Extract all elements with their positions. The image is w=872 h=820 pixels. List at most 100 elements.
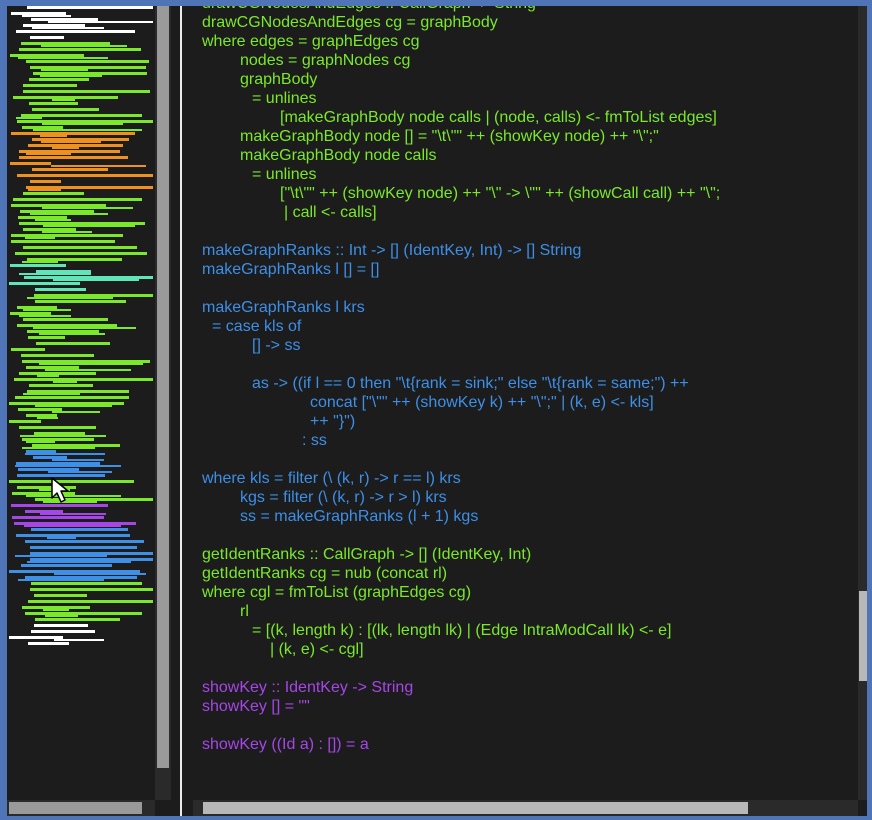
pane-divider-line <box>180 6 182 816</box>
code-horizontal-scrollbar-thumb[interactable] <box>203 802 748 814</box>
minimap-line <box>43 225 135 227</box>
code-line: makeGraphBody node [] = "\t\"" ++ (showK… <box>240 128 659 145</box>
minimap-line <box>34 624 88 627</box>
code-vertical-scrollbar[interactable] <box>858 6 867 800</box>
minimap-line <box>33 327 136 329</box>
code-line: where edges = graphEdges cg <box>202 33 420 50</box>
minimap-line <box>39 363 143 365</box>
mouse-pointer-icon <box>50 476 76 509</box>
minimap-line <box>53 381 77 383</box>
minimap-line <box>42 231 92 233</box>
code-line: getIdentRanks cg = nub (concat rl) <box>202 565 448 582</box>
minimap-line <box>15 396 129 399</box>
code-viewer-window: drawCGNodesAndEdges :: CallGraph -> Stri… <box>7 6 867 816</box>
minimap-line <box>37 417 58 419</box>
minimap-line <box>27 561 131 563</box>
minimap-vertical-scrollbar-thumb[interactable] <box>157 6 169 768</box>
minimap-line <box>9 282 80 285</box>
code-line: makeGraphRanks l krs <box>202 299 365 316</box>
minimap-line <box>35 300 126 303</box>
minimap-line <box>19 315 71 317</box>
minimap-line <box>34 594 87 597</box>
code-line: where cgl = fmToList (graphEdges cg) <box>202 584 472 601</box>
code-line: nodes = graphNodes cg <box>240 52 411 69</box>
code-line: ss = makeGraphRanks (l + 1) kgs <box>240 508 479 525</box>
minimap-line <box>45 615 78 617</box>
minimap-line <box>29 384 93 387</box>
minimap-line <box>19 426 96 429</box>
minimap-line <box>23 393 80 395</box>
minimap-line <box>15 252 147 255</box>
minimap-line <box>26 153 71 155</box>
code-horizontal-scrollbar[interactable] <box>193 800 858 816</box>
code-vertical-scrollbar-thumb[interactable] <box>859 591 867 681</box>
code-minimap[interactable] <box>7 6 155 800</box>
minimap-line <box>51 165 146 167</box>
minimap-line <box>28 336 65 339</box>
minimap-line <box>11 132 135 135</box>
minimap-line <box>31 528 128 531</box>
minimap-line <box>41 45 127 47</box>
code-line: makeGraphRanks :: Int -> [] (IdentKey, I… <box>202 242 582 259</box>
minimap-line <box>45 369 131 371</box>
code-line: rl <box>240 603 249 620</box>
minimap-line <box>40 135 67 137</box>
minimap-line <box>17 174 153 177</box>
minimap-line <box>31 630 95 633</box>
minimap-line <box>53 279 139 281</box>
code-line: kgs = filter (\ (k, r) -> r > l) krs <box>240 489 447 506</box>
code-line: getIdentRanks :: CallGraph -> [] (IdentK… <box>202 546 532 563</box>
minimap-line <box>21 354 94 357</box>
minimap-line <box>26 60 149 63</box>
minimap-line <box>54 639 104 641</box>
minimap-line <box>22 261 58 263</box>
code-line: showKey [] = "" <box>202 698 310 715</box>
minimap-line <box>30 546 137 549</box>
minimap-line <box>23 192 84 195</box>
code-line: | (k, e) <- cgl] <box>270 641 364 658</box>
code-line: [makeGraphBody node calls | (node, calls… <box>280 109 717 126</box>
code-line: showKey ((Id a) : []) = a <box>202 736 369 753</box>
minimap-line <box>14 378 153 381</box>
minimap-line <box>12 516 104 519</box>
minimap-line <box>31 582 142 585</box>
minimap-line <box>24 525 121 527</box>
minimap-line <box>23 84 77 87</box>
minimap-line <box>48 21 153 23</box>
minimap-line <box>29 78 89 81</box>
minimap-line <box>30 588 153 591</box>
minimap-line <box>35 288 86 291</box>
pane-divider[interactable] <box>171 6 185 816</box>
minimap-horizontal-scrollbar-thumb[interactable] <box>9 802 142 814</box>
minimap-line <box>52 459 104 461</box>
code-line: showKey :: IdentKey -> String <box>202 679 414 696</box>
code-line: concat ["\"" ++ (showKey k) ++ "\";" | (… <box>310 394 654 411</box>
minimap-line <box>40 75 102 77</box>
code-line: graphBody <box>240 71 318 88</box>
minimap-line <box>19 156 128 159</box>
minimap-line <box>32 168 108 171</box>
code-line: : ss <box>302 432 327 449</box>
minimap-line <box>28 600 153 603</box>
minimap-line <box>42 207 133 209</box>
code-line: = [(k, length k) : [(lk, length lk) | (E… <box>252 622 672 639</box>
code-editor-pane[interactable]: drawCGNodesAndEdges :: CallGraph -> Stri… <box>202 6 852 800</box>
minimap-line <box>13 198 142 201</box>
minimap-line <box>35 405 112 407</box>
code-line: drawCGNodesAndEdges :: CallGraph -> Stri… <box>202 6 536 13</box>
minimap-line <box>10 264 66 267</box>
code-line: ["\t\"" ++ (showKey node) ++ "\" -> \"" … <box>280 185 721 202</box>
minimap-line <box>32 108 99 111</box>
code-line: = unlines <box>252 90 317 107</box>
minimap-horizontal-scrollbar[interactable] <box>7 800 155 816</box>
minimap-line <box>25 453 105 455</box>
minimap-line <box>11 348 45 351</box>
minimap-vertical-scrollbar[interactable] <box>155 6 171 800</box>
minimap-line <box>28 189 61 191</box>
code-line: makeGraphRanks l [] = [] <box>202 261 380 278</box>
minimap-line <box>41 69 88 71</box>
minimap-line <box>30 213 108 215</box>
minimap-line <box>30 180 61 183</box>
minimap-line <box>25 540 144 543</box>
minimap-line <box>54 573 146 575</box>
